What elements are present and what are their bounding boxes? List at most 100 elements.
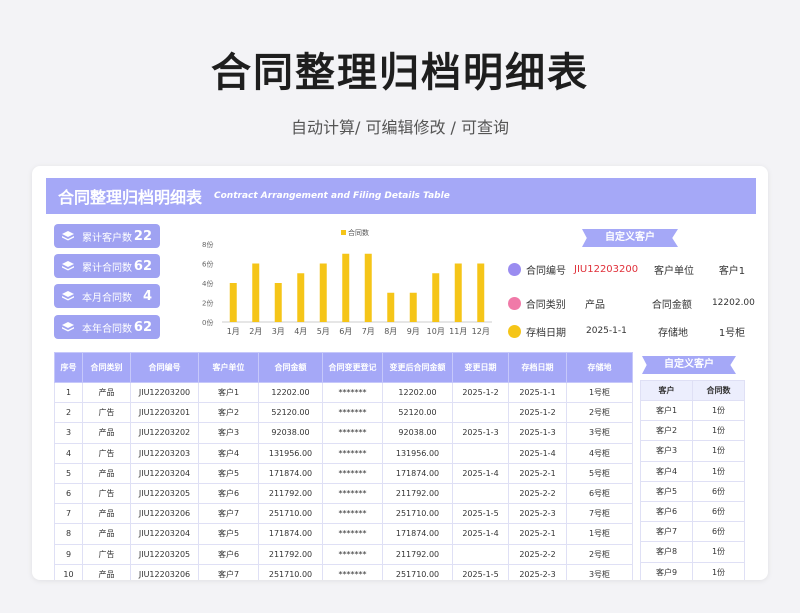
table-cell[interactable]: 2025-1-5 (452, 503, 509, 525)
table-cell[interactable]: 2025-2-1 (508, 523, 567, 545)
table-row[interactable]: 客户9 1份 (640, 561, 745, 580)
table-cell[interactable]: ******* (322, 422, 383, 444)
table-cell[interactable]: 5 (54, 462, 83, 484)
table-row[interactable]: 客户5 6份 (640, 480, 745, 502)
table-cell[interactable]: ******* (322, 543, 383, 565)
table-cell[interactable]: 6份 (692, 500, 745, 523)
table-row[interactable]: 6 广告 JIU12203205 客户6 211792.00 ******* 211792.… (54, 482, 633, 505)
table-cell[interactable]: 6 (54, 482, 83, 505)
table-cell[interactable]: 3号柜 (566, 563, 633, 580)
table-cell[interactable]: ******* (322, 402, 383, 424)
table-cell[interactable]: 2025-2-3 (508, 503, 567, 525)
table-cell[interactable]: 2025-1-4 (508, 442, 567, 464)
table-cell[interactable]: 251710.00 (382, 503, 453, 525)
table-cell[interactable]: ******* (322, 503, 383, 525)
table-cell[interactable]: 251710.00 (258, 563, 323, 580)
table-cell[interactable]: 2025-1-4 (452, 523, 509, 545)
table-cell[interactable]: ******* (322, 442, 383, 464)
table-row[interactable]: 3 产品 JIU12203202 客户3 92038.00 ******* 92038.00… (54, 422, 633, 444)
table-cell[interactable]: 6份 (692, 480, 745, 502)
table-cell[interactable]: 客户2 (198, 402, 259, 424)
table-cell[interactable]: 2025-1-3 (508, 422, 567, 444)
table-cell[interactable]: 客户7 (198, 503, 259, 525)
table-cell[interactable]: 251710.00 (258, 503, 323, 525)
table-cell[interactable]: JIU12203204 (130, 523, 199, 545)
table-cell[interactable]: 92038.00 (258, 422, 323, 444)
table-row[interactable]: 客户6 6份 (640, 500, 745, 523)
table-cell[interactable]: 9 (54, 543, 83, 565)
table-row[interactable]: 客户3 1份 (640, 440, 745, 462)
table-cell[interactable]: JIU12203200 (130, 381, 199, 404)
table-cell[interactable]: 2025-1-4 (452, 462, 509, 484)
table-cell[interactable]: 7 (54, 503, 83, 525)
table-cell[interactable]: JIU12203204 (130, 462, 199, 484)
table-cell[interactable]: 1 (54, 381, 83, 404)
table-row[interactable]: 10 产品 JIU12203206 客户7 251710.00 ******* 251710… (54, 563, 633, 580)
table-row[interactable]: 8 产品 JIU12203204 客户5 171874.00 ******* 171874.… (54, 523, 633, 545)
table-cell[interactable]: 1份 (692, 561, 745, 580)
table-row[interactable]: 1 产品 JIU12203200 客户1 12202.00 ******* 12202.00… (54, 381, 633, 404)
table-cell[interactable]: 171874.00 (382, 523, 453, 545)
table-cell[interactable]: 客户7 (640, 521, 693, 543)
table-cell[interactable]: 131956.00 (382, 442, 453, 464)
table-cell[interactable]: 客户4 (198, 442, 259, 464)
table-cell[interactable]: 1份 (692, 460, 745, 482)
table-cell[interactable]: 客户4 (640, 460, 693, 482)
table-cell[interactable]: 客户6 (198, 543, 259, 565)
custom-client-ribbon[interactable]: 自定义客户 (582, 229, 678, 247)
table-cell[interactable]: 客户5 (198, 523, 259, 545)
table-cell[interactable]: 211792.00 (382, 543, 453, 565)
table-cell[interactable]: 3 (54, 422, 83, 444)
table-cell[interactable]: 1份 (692, 541, 745, 563)
table-cell[interactable]: 211792.00 (258, 482, 323, 505)
table-cell[interactable]: 客户3 (198, 422, 259, 444)
table-cell[interactable]: 211792.00 (258, 543, 323, 565)
table-cell[interactable]: JIU12203201 (130, 402, 199, 424)
table-cell[interactable]: ******* (322, 381, 383, 404)
table-cell[interactable]: 广告 (82, 442, 131, 464)
table-cell[interactable]: 客户6 (640, 500, 693, 523)
table-cell[interactable]: 客户8 (640, 541, 693, 563)
table-cell[interactable]: 52120.00 (382, 402, 453, 424)
table-row[interactable]: 客户1 1份 (640, 399, 745, 422)
table-cell[interactable]: JIU12203203 (130, 442, 199, 464)
table-cell[interactable]: 4号柜 (566, 442, 633, 464)
table-cell[interactable]: 6号柜 (566, 482, 633, 505)
table-cell[interactable]: 211792.00 (382, 482, 453, 505)
table-cell[interactable]: 2025-1-3 (452, 422, 509, 444)
table-cell[interactable]: JIU12203205 (130, 482, 199, 505)
table-cell[interactable] (452, 482, 509, 505)
table-cell[interactable]: JIU12203202 (130, 422, 199, 444)
table-cell[interactable]: 2号柜 (566, 543, 633, 565)
table-cell[interactable]: 广告 (82, 482, 131, 505)
table-cell[interactable]: 产品 (82, 381, 131, 404)
table-row[interactable]: 2 广告 JIU12203201 客户2 52120.00 ******* 52120.00… (54, 402, 633, 424)
table-cell[interactable]: 1份 (692, 420, 745, 442)
table-cell[interactable]: 产品 (82, 422, 131, 444)
table-cell[interactable]: 客户6 (198, 482, 259, 505)
table-cell[interactable]: 2025-1-5 (452, 563, 509, 580)
table-cell[interactable]: 2025-2-2 (508, 482, 567, 505)
table-cell[interactable]: 171874.00 (382, 462, 453, 484)
table-cell[interactable]: 8 (54, 523, 83, 545)
table-cell[interactable]: 2 (54, 402, 83, 424)
table-cell[interactable]: 产品 (82, 462, 131, 484)
table-cell[interactable]: 客户1 (640, 399, 693, 422)
table-cell[interactable]: 171874.00 (258, 523, 323, 545)
table-cell[interactable]: 2025-1-2 (508, 402, 567, 424)
table-cell[interactable]: 2025-1-2 (452, 381, 509, 404)
table-cell[interactable]: 1份 (692, 440, 745, 462)
table-row[interactable]: 4 广告 JIU12203203 客户4 131956.00 ******* 131956.… (54, 442, 633, 464)
table-cell[interactable]: 1号柜 (566, 381, 633, 404)
table-cell[interactable]: 2号柜 (566, 402, 633, 424)
table-cell[interactable]: 3号柜 (566, 422, 633, 444)
table-cell[interactable]: 4 (54, 442, 83, 464)
table-cell[interactable] (452, 543, 509, 565)
table-cell[interactable]: 10 (54, 563, 83, 580)
table-cell[interactable]: JIU12203206 (130, 563, 199, 580)
table-cell[interactable]: 92038.00 (382, 422, 453, 444)
table-cell[interactable]: 客户3 (640, 440, 693, 462)
table-cell[interactable]: 251710.00 (382, 563, 453, 580)
table-row[interactable]: 客户2 1份 (640, 420, 745, 442)
table-cell[interactable]: 客户9 (640, 561, 693, 580)
